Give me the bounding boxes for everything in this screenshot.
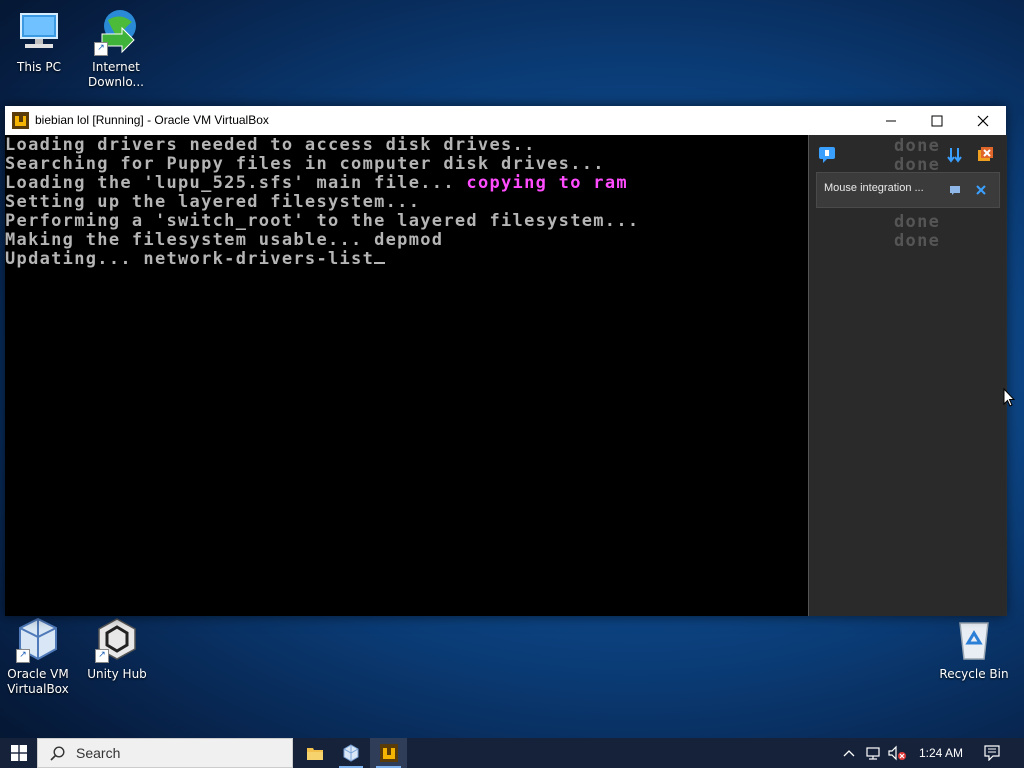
clock-time: 1:24 AM [918, 746, 964, 760]
console-line: Loading drivers needed to access disk dr… [5, 135, 536, 155]
maximize-icon [931, 115, 943, 126]
speech-bubble-icon [819, 147, 835, 163]
chevron-up-icon [843, 750, 855, 757]
clear-notifications-button[interactable] [975, 145, 995, 165]
console-highlight-text: copying to ram [466, 173, 628, 193]
virtualbox-cube-icon [343, 744, 359, 762]
console-line: Searching for Puppy files in computer di… [5, 154, 605, 174]
notification-close-button[interactable] [971, 180, 991, 200]
show-hidden-icons-button[interactable] [840, 738, 858, 768]
volume-button[interactable] [886, 738, 908, 768]
maximize-button[interactable] [914, 106, 960, 135]
network-status-button[interactable] [862, 738, 884, 768]
shortcut-arrow-icon: ↗ [95, 649, 109, 663]
globe-download-icon: ↗ [92, 8, 140, 56]
recycle-bin-icon [950, 615, 998, 663]
notification-pin-button[interactable] [945, 180, 965, 200]
internet-download-manager-shortcut[interactable]: ↗ Internet Downlo... [78, 8, 154, 90]
action-center-button[interactable] [978, 738, 1006, 768]
notification-center-toggle-button[interactable] [817, 145, 837, 165]
desktop: This PC ↗ Internet Downlo... ↗ Oracle VM… [0, 0, 1024, 768]
recycle-bin-shortcut[interactable]: Recycle Bin [936, 615, 1012, 682]
virtualbox-window: biebian lol [Running] - Oracle VM Virtua… [5, 106, 1007, 616]
virtualbox-shortcut[interactable]: ↗ Oracle VM VirtualBox [0, 615, 76, 697]
mouse-integration-notification[interactable]: Mouse integration ... [816, 172, 1000, 208]
console-line: Performing a 'switch_root' to the layere… [5, 211, 640, 231]
unity-hub-label: Unity Hub [87, 667, 147, 681]
console-line: Setting up the layered filesystem... [5, 192, 421, 212]
this-pc-label: This PC [17, 60, 61, 74]
console-line: Updating... network-drivers-list [5, 250, 386, 269]
search-icon [50, 746, 65, 761]
start-button[interactable] [0, 738, 37, 768]
taskbar-file-explorer[interactable] [297, 738, 333, 768]
text-cursor [374, 262, 386, 264]
sort-notifications-button[interactable] [945, 145, 965, 165]
status-word: done [894, 212, 941, 232]
puppy-linux-app-icon [379, 744, 398, 762]
window-title: biebian lol [Running] - Oracle VM Virtua… [35, 113, 269, 127]
close-button[interactable] [960, 106, 1006, 135]
clear-all-icon [978, 147, 993, 161]
volume-muted-icon [888, 745, 906, 761]
action-center-icon [984, 745, 1000, 761]
taskbar: Search 1:24 AM [0, 738, 1024, 768]
virtualbox-cube-icon: ↗ [14, 615, 62, 663]
taskbar-virtualbox[interactable] [333, 738, 369, 768]
taskbar-puppy-vm-window[interactable] [370, 738, 407, 768]
minimize-icon [886, 120, 896, 121]
internet-download-label: Internet Downlo... [88, 60, 144, 89]
taskbar-search-box[interactable]: Search [37, 738, 293, 768]
unity-hub-shortcut[interactable]: ↗ Unity Hub [79, 615, 155, 682]
minimize-button[interactable] [868, 106, 914, 135]
unity-cube-icon: ↗ [93, 615, 141, 663]
search-placeholder: Search [76, 745, 121, 761]
network-icon [866, 747, 880, 760]
window-titlebar[interactable]: biebian lol [Running] - Oracle VM Virtua… [5, 106, 1006, 135]
status-word: done [894, 231, 941, 251]
folder-icon [307, 748, 323, 760]
close-icon [977, 115, 989, 126]
puppy-linux-app-icon [12, 112, 29, 129]
clock[interactable]: 1:24 AM [912, 738, 970, 768]
status-word: done [894, 136, 941, 156]
shortcut-arrow-icon: ↗ [94, 42, 108, 56]
notification-center-panel: done done done done Mouse integration ..… [808, 135, 1007, 616]
mouse-pointer-icon [1003, 387, 1016, 412]
console-line: Loading the 'lupu_525.sfs' main file... … [5, 173, 628, 193]
shortcut-arrow-icon: ↗ [16, 649, 30, 663]
computer-icon [15, 8, 63, 56]
recycle-bin-label: Recycle Bin [939, 667, 1009, 681]
this-pc-icon-shortcut[interactable]: This PC [1, 8, 77, 75]
console-line: Making the filesystem usable... depmod [5, 230, 444, 250]
notification-message: Mouse integration ... [824, 182, 924, 194]
virtualbox-label: Oracle VM VirtualBox [7, 667, 69, 696]
windows-logo-icon [10, 745, 27, 761]
vm-console-screen[interactable]: Loading drivers needed to access disk dr… [5, 135, 808, 616]
sort-arrows-icon [947, 148, 962, 163]
pin-icon [950, 186, 960, 195]
close-icon [976, 185, 986, 195]
